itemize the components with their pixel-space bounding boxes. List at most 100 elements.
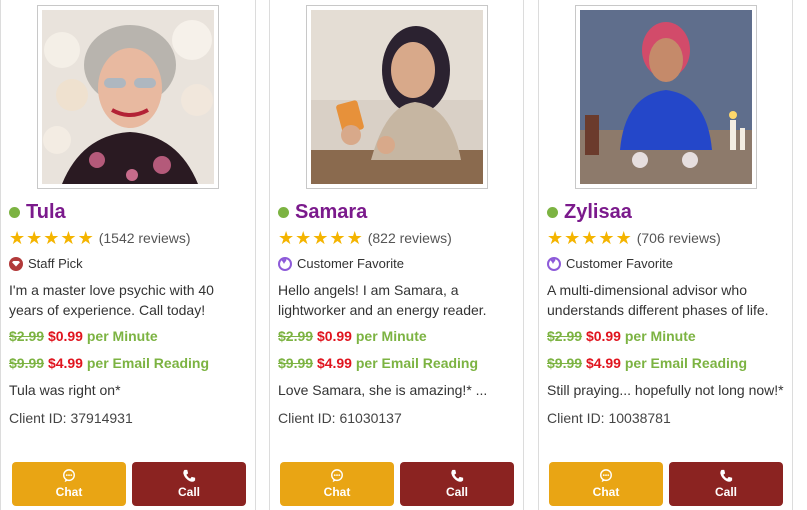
advisor-card[interactable]: Zylisaa ★ ★ ★ ★ ★ (706 reviews) Customer… [538,0,793,510]
sale-price: $4.99 [316,355,352,371]
sale-price: $0.99 [47,328,83,344]
advisor-name[interactable]: Zylisaa [564,201,632,224]
chat-button-label: Chat [592,485,620,499]
phone-icon [720,469,733,482]
rating-row: ★ ★ ★ ★ ★ (706 reviews) [547,229,721,247]
per-minute-price: $2.99 $0.99 per Minute [9,328,158,344]
rating-row: ★ ★ ★ ★ ★ (822 reviews) [278,229,452,247]
price-unit: per Email Reading [624,355,748,371]
per-minute-price: $2.99 $0.99 per Minute [547,328,696,344]
old-price: $2.99 [278,328,314,344]
advisor-photo-image [42,10,214,184]
price-unit: per Minute [86,328,158,344]
review-count[interactable]: (1542 reviews) [99,230,191,246]
chat-bubble-icon [600,469,612,483]
review-snippet: Still praying... hopefully not long now!… [547,382,784,398]
review-snippet: Love Samara, she is amazing!* ... [278,382,488,398]
call-button[interactable]: Call [132,462,246,506]
star-icon: ★ [77,228,94,248]
advisor-card[interactable]: Tula ★ ★ ★ ★ ★ (1542 reviews) Staff Pick… [0,0,256,510]
call-button-label: Call [177,485,200,499]
rating-row: ★ ★ ★ ★ ★ (1542 reviews) [9,229,191,247]
client-id: Client ID: 61030137 [278,410,402,426]
sale-price: $4.99 [47,355,83,371]
old-price: $9.99 [9,355,45,371]
star-icon: ★ [564,228,581,248]
chat-button-label: Chat [55,485,83,499]
call-button[interactable]: Call [669,462,783,506]
advisor-photo-image [311,10,483,184]
star-icon: ★ [615,228,632,248]
advisor-bio: I'm a master love psychic with 40 years … [9,282,214,318]
advisor-grid: Tula ★ ★ ★ ★ ★ (1542 reviews) Staff Pick… [0,0,807,510]
chat-button[interactable]: Chat [12,462,126,506]
advisor-photo[interactable] [42,10,214,184]
email-reading-price: $9.99 $4.99 per Email Reading [9,355,209,371]
phone-icon [183,469,196,482]
advisor-photo-frame[interactable] [306,5,488,189]
advisor-photo-frame[interactable] [37,5,219,189]
online-status-icon [547,206,558,218]
star-icon: ★ [547,228,564,248]
star-rating: ★ ★ ★ ★ ★ [9,229,95,247]
advisor-badge: Customer Favorite [278,256,404,271]
star-icon: ★ [346,228,363,248]
badge-label: Staff Pick [28,256,83,271]
star-icon: ★ [329,228,346,248]
advisor-photo[interactable] [311,10,483,184]
call-button[interactable]: Call [400,462,514,506]
advisor-photo-image [580,10,752,184]
sale-price: $4.99 [585,355,621,371]
star-rating: ★ ★ ★ ★ ★ [278,229,364,247]
per-minute-price: $2.99 $0.99 per Minute [278,328,427,344]
price-unit: per Minute [624,328,696,344]
price-unit: per Email Reading [355,355,479,371]
chat-button[interactable]: Chat [549,462,663,506]
badge-label: Customer Favorite [566,256,673,271]
chat-bubble-icon [63,469,75,483]
star-rating: ★ ★ ★ ★ ★ [547,229,633,247]
call-button-label: Call [714,485,737,499]
old-price: $9.99 [278,355,314,371]
chat-button[interactable]: Chat [280,462,394,506]
advisor-name[interactable]: Samara [295,201,367,224]
review-snippet: Tula was right on* [9,382,121,398]
review-count[interactable]: (822 reviews) [368,230,452,246]
old-price: $2.99 [9,328,45,344]
advisor-badge: Customer Favorite [547,256,673,271]
old-price: $9.99 [547,355,583,371]
diamond-badge-icon [9,256,23,271]
star-icon: ★ [9,228,26,248]
star-icon: ★ [60,228,77,248]
advisor-card[interactable]: Samara ★ ★ ★ ★ ★ (822 reviews) Customer … [269,0,524,510]
price-unit: per Minute [355,328,427,344]
chat-button-label: Chat [323,485,351,499]
star-icon: ★ [312,228,329,248]
online-status-icon [278,206,289,218]
client-id: Client ID: 10038781 [547,410,671,426]
price-unit: per Email Reading [86,355,210,371]
advisor-name-row[interactable]: Samara [278,199,367,225]
advisor-name-row[interactable]: Tula [9,199,66,225]
sale-price: $0.99 [316,328,352,344]
advisor-name[interactable]: Tula [26,201,66,224]
online-status-icon [9,206,20,218]
star-icon: ★ [26,228,43,248]
advisor-bio: Hello angels! I am Samara, a lightworker… [278,282,487,318]
advisor-name-row[interactable]: Zylisaa [547,199,632,225]
advisor-badge: Staff Pick [9,256,83,271]
chat-bubble-icon [331,469,343,483]
heart-badge-icon [547,256,561,271]
advisor-photo-frame[interactable] [575,5,757,189]
sale-price: $0.99 [585,328,621,344]
review-count[interactable]: (706 reviews) [637,230,721,246]
advisor-photo[interactable] [580,10,752,184]
phone-icon [451,469,464,482]
advisor-bio: A multi-dimensional advisor who understa… [547,282,769,318]
client-id: Client ID: 37914931 [9,410,133,426]
badge-label: Customer Favorite [297,256,404,271]
star-icon: ★ [598,228,615,248]
star-icon: ★ [278,228,295,248]
star-icon: ★ [581,228,598,248]
call-button-label: Call [445,485,468,499]
